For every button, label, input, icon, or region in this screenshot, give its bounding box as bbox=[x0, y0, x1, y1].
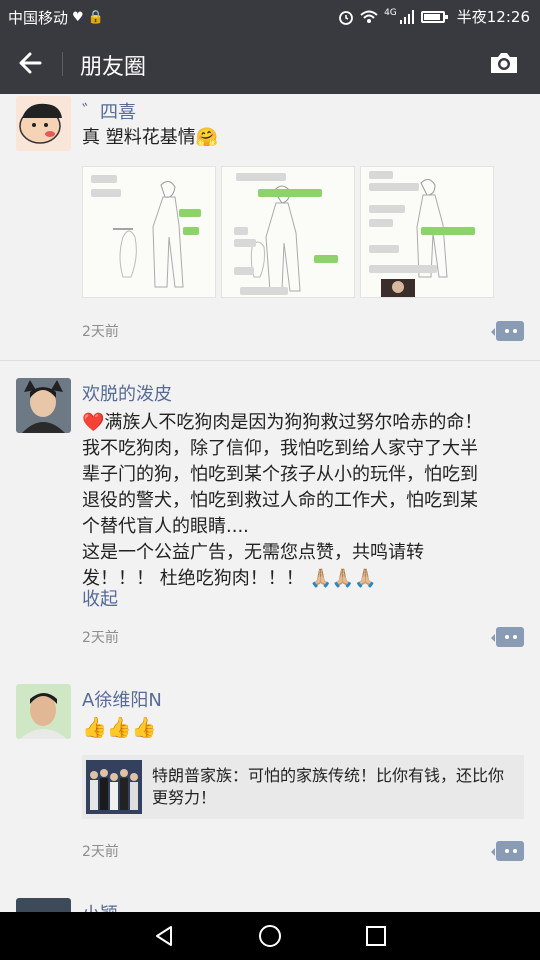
post-line: 这是一个公益广告，无需您点赞，共鸣请转 bbox=[82, 542, 424, 563]
pray-emoji: 🙏🏼🙏🏼🙏🏼 bbox=[309, 568, 377, 589]
system-nav-bar bbox=[0, 912, 540, 960]
title-divider bbox=[62, 52, 63, 76]
thumbs-emoji: 👍👍👍 bbox=[82, 715, 157, 739]
post-author[interactable]: 小颖 bbox=[82, 900, 118, 912]
page-title: 朋友圈 bbox=[80, 55, 147, 80]
link-thumbnail bbox=[86, 760, 142, 814]
post-line: 我不吃狗肉，除了信仰，我怕吃到给人家守了大半 bbox=[82, 438, 478, 459]
alarm-icon bbox=[339, 10, 353, 25]
post-image[interactable] bbox=[360, 166, 494, 298]
network-type: 4G bbox=[384, 7, 397, 18]
avatar[interactable] bbox=[16, 96, 71, 151]
avatar[interactable] bbox=[16, 378, 71, 433]
post-text: 真 塑料花基情🤗 bbox=[82, 125, 218, 151]
battery-icon bbox=[420, 10, 448, 23]
status-bar: 中国移动 ♥ 🔒 4G 半夜12:26 bbox=[0, 0, 540, 32]
post-author[interactable]: 欢脱的泼皮 bbox=[82, 380, 172, 406]
clock-label: 半夜12:26 bbox=[456, 8, 530, 26]
signal-icon bbox=[399, 9, 414, 24]
post-line: 个替代盲人的眼睛.... bbox=[82, 516, 249, 537]
post-image[interactable] bbox=[221, 166, 355, 298]
post-time: 2天前 bbox=[82, 630, 119, 646]
post-author[interactable]: A徐维阳N bbox=[82, 686, 162, 712]
wifi-icon bbox=[360, 10, 378, 23]
post-line: 辈子门的狗，怕吃到某个孩子从小的玩伴，怕吃到 bbox=[82, 464, 478, 485]
post-time: 2天前 bbox=[82, 324, 119, 340]
collapse-link[interactable]: 收起 bbox=[82, 585, 118, 611]
post-line: ❤️满族人不吃狗肉是因为狗狗救过努尔哈赤的命！ bbox=[82, 412, 483, 433]
post-image[interactable] bbox=[82, 166, 216, 298]
shared-link-card[interactable]: 特朗普家族：可怕的家族传统！比你有钱，还比你更努力！ bbox=[82, 755, 524, 819]
carrier-label: 中国移动 bbox=[8, 9, 69, 27]
post-time: 2天前 bbox=[82, 844, 119, 860]
avatar[interactable] bbox=[16, 898, 71, 912]
nav-home-icon[interactable] bbox=[258, 924, 282, 948]
moments-feed[interactable]: ゛四喜 真 塑料花基情🤗 2天前 欢脱的泼皮 ❤️满族人不吃狗肉是因为狗狗救过努… bbox=[0, 94, 540, 912]
avatar[interactable] bbox=[16, 684, 71, 739]
post-author[interactable]: ゛四喜 bbox=[82, 98, 136, 124]
post-text: ❤️满族人不吃狗肉是因为狗狗救过努尔哈赤的命！ 我不吃狗肉，除了信仰，我怕吃到给… bbox=[82, 410, 530, 592]
comment-button[interactable] bbox=[491, 627, 524, 647]
camera-icon[interactable] bbox=[488, 50, 520, 76]
nav-recents-icon[interactable] bbox=[364, 924, 388, 948]
comment-button[interactable] bbox=[491, 841, 524, 861]
link-title: 特朗普家族：可怕的家族传统！比你有钱，还比你更努力！ bbox=[152, 766, 505, 807]
lock-icon: 🔒 bbox=[87, 10, 104, 25]
post-text-content: 真 塑料花基情 bbox=[82, 127, 196, 148]
back-arrow-icon[interactable] bbox=[14, 47, 50, 79]
comment-button[interactable] bbox=[491, 321, 524, 341]
hug-emoji: 🤗 bbox=[195, 127, 219, 148]
post-line: 发！！！ 杜绝吃狗肉！！！ 🙏🏼🙏🏼🙏🏼 bbox=[82, 566, 530, 592]
nav-back-icon[interactable] bbox=[152, 924, 176, 948]
post-line: 退役的警犬，怕吃到救过人命的工作犬，怕吃到某 bbox=[82, 490, 478, 511]
post-divider bbox=[0, 360, 540, 361]
title-bar: 朋友圈 bbox=[0, 32, 540, 94]
heart-icon: ♥ bbox=[72, 10, 84, 25]
